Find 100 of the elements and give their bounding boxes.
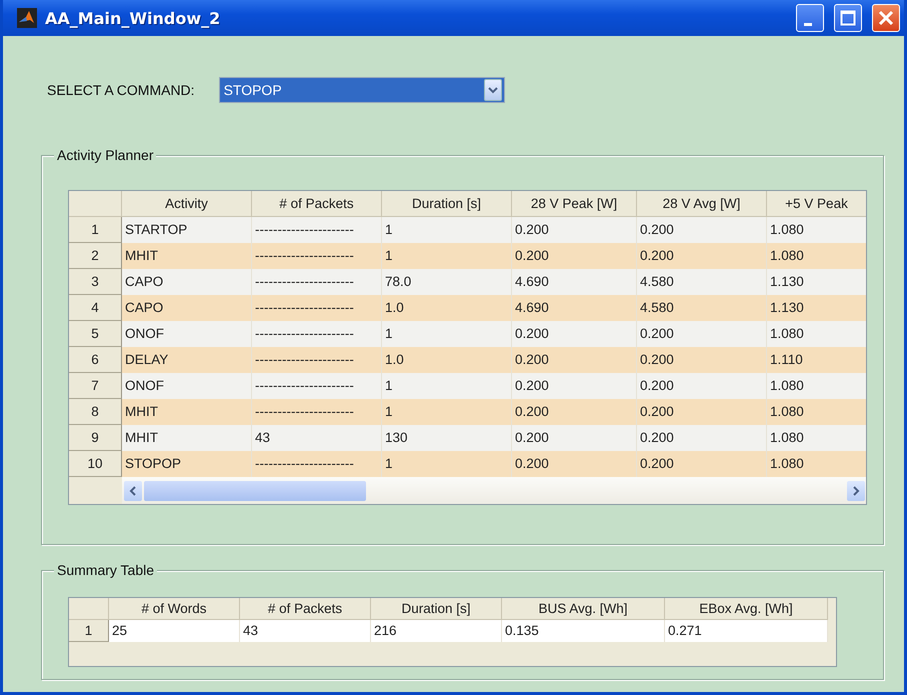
table-cell: ----------------------: [252, 399, 382, 425]
table-cell: 4.690: [512, 295, 637, 321]
app-icon: [17, 8, 37, 28]
table-cell: 4.580: [637, 269, 767, 295]
close-button[interactable]: [872, 4, 900, 32]
table-cell: MHIT: [122, 399, 252, 425]
table-cell: 216: [371, 620, 502, 642]
table-cell: 0.200: [637, 217, 767, 243]
table-cell: 0.200: [512, 451, 637, 477]
row-number: 8: [69, 399, 122, 425]
table-cell: DELAY: [122, 347, 252, 373]
table-cell: 1.080: [767, 217, 866, 243]
table-cell: 130: [382, 425, 512, 451]
table-cell: 1.0: [382, 295, 512, 321]
table-cell: 0.200: [512, 217, 637, 243]
table-cell: 0.200: [637, 373, 767, 399]
table-cell: 0.135: [502, 620, 665, 642]
table-cell: 0.271: [665, 620, 828, 642]
table-cell: 1: [382, 217, 512, 243]
table-cell: ONOF: [122, 321, 252, 347]
table-cell: 0.200: [637, 321, 767, 347]
column-header[interactable]: BUS Avg. [Wh]: [502, 598, 665, 620]
table-cell: 1.080: [767, 321, 866, 347]
row-number: 4: [69, 295, 122, 321]
table-cell: 78.0: [382, 269, 512, 295]
minimize-icon: [804, 22, 812, 26]
row-number: 2: [69, 243, 122, 269]
maximize-icon: [840, 10, 856, 26]
group-title: Activity Planner: [54, 147, 156, 163]
column-header[interactable]: Duration [s]: [371, 598, 502, 620]
table-cell: 1.080: [767, 451, 866, 477]
row-number: 9: [69, 425, 122, 451]
table-cell: CAPO: [122, 295, 252, 321]
table-cell: 1.080: [767, 399, 866, 425]
row-number: 5: [69, 321, 122, 347]
table-cell: ----------------------: [252, 321, 382, 347]
table-cell: 1.110: [767, 347, 866, 373]
table-cell: 1: [382, 243, 512, 269]
column-header[interactable]: EBox Avg. [Wh]: [665, 598, 828, 620]
table-cell: 1: [382, 321, 512, 347]
table-cell: 1.130: [767, 269, 866, 295]
table-cell: 0.200: [637, 347, 767, 373]
row-number: 10: [69, 451, 122, 477]
table-cell: MHIT: [122, 425, 252, 451]
table-cell: ----------------------: [252, 295, 382, 321]
column-header[interactable]: 28 V Avg [W]: [637, 191, 767, 217]
row-number: 1: [69, 217, 122, 243]
table-cell: ----------------------: [252, 269, 382, 295]
table-cell: ----------------------: [252, 243, 382, 269]
table-cell: 1: [382, 451, 512, 477]
table-cell: 1.080: [767, 373, 866, 399]
table-cell: 1.130: [767, 295, 866, 321]
table-cell: 0.200: [637, 399, 767, 425]
table-cell: 43: [252, 425, 382, 451]
table-cell: ----------------------: [252, 217, 382, 243]
table-cell: 0.200: [512, 347, 637, 373]
table-cell: ONOF: [122, 373, 252, 399]
row-number: 7: [69, 373, 122, 399]
scroll-right-icon[interactable]: [847, 480, 865, 500]
column-header[interactable]: 28 V Peak [W]: [512, 191, 637, 217]
table-cell: MHIT: [122, 243, 252, 269]
table-cell: 1: [382, 399, 512, 425]
table-cell: ----------------------: [252, 347, 382, 373]
column-header[interactable]: # of Packets: [252, 191, 382, 217]
row-number: 3: [69, 269, 122, 295]
group-title: Summary Table: [54, 562, 158, 578]
table-cell: 43: [240, 620, 371, 642]
column-header[interactable]: # of Packets: [240, 598, 371, 620]
table-cell: 0.200: [637, 243, 767, 269]
table-cell: STARTOP: [122, 217, 252, 243]
table-cell: 25: [109, 620, 240, 642]
scroll-left-icon[interactable]: [124, 480, 142, 500]
table-cell: 1.080: [767, 425, 866, 451]
table-cell: STOPOP: [122, 451, 252, 477]
window-title: AA_Main_Window_2: [45, 8, 222, 28]
table-cell: ----------------------: [252, 373, 382, 399]
scrollbar-thumb[interactable]: [144, 480, 366, 500]
command-label: SELECT A COMMAND:: [47, 82, 195, 98]
table-cell: 0.200: [637, 451, 767, 477]
table-cell: 0.200: [512, 321, 637, 347]
table-cell: 0.200: [512, 243, 637, 269]
table-cell: 1.0: [382, 347, 512, 373]
table-cell: 1.080: [767, 243, 866, 269]
table-cell: 0.200: [512, 373, 637, 399]
table-cell: 0.200: [637, 425, 767, 451]
table-cell: 0.200: [512, 425, 637, 451]
column-header[interactable]: Duration [s]: [382, 191, 512, 217]
maximize-button[interactable]: [834, 4, 862, 32]
command-dropdown[interactable]: STOPOP: [218, 77, 505, 103]
row-number: 6: [69, 347, 122, 373]
table-cell: CAPO: [122, 269, 252, 295]
column-header[interactable]: Activity: [122, 191, 252, 217]
table-cell: 4.690: [512, 269, 637, 295]
row-number: 1: [69, 620, 109, 642]
horizontal-scrollbar[interactable]: [122, 477, 866, 504]
table-cell: 0.200: [512, 399, 637, 425]
close-icon: [878, 10, 894, 26]
column-header[interactable]: # of Words: [109, 598, 240, 620]
minimize-button[interactable]: [796, 4, 824, 32]
table-cell: ----------------------: [252, 451, 382, 477]
